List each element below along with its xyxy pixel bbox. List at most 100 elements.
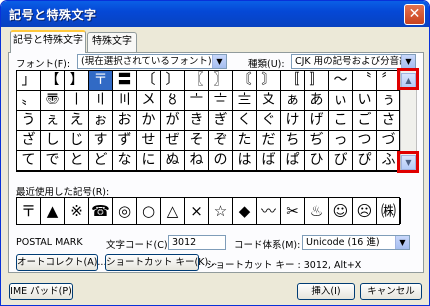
symbol-cell[interactable]: が xyxy=(161,111,185,131)
chevron-down-icon[interactable]: ▼ xyxy=(401,55,415,68)
recent-symbol[interactable]: 〒 xyxy=(17,198,41,224)
symbol-cell[interactable]: ぬ xyxy=(161,151,185,171)
symbol-cell[interactable]: く xyxy=(233,111,257,131)
symbol-cell[interactable]: 〕 xyxy=(161,71,185,91)
autocorrect-button[interactable]: オートコレクト(A)... xyxy=(16,254,106,271)
chevron-down-icon[interactable]: ▼ xyxy=(395,236,409,249)
symbol-cell[interactable]: 〙 xyxy=(257,71,281,91)
symbol-cell[interactable]: 〗 xyxy=(209,71,233,91)
symbol-cell[interactable]: い xyxy=(353,91,377,111)
recent-symbol[interactable]: ♨ xyxy=(305,198,329,224)
symbol-cell[interactable]: に xyxy=(137,151,161,171)
recent-symbol[interactable]: △ xyxy=(161,198,185,224)
symbol-cell[interactable]: 〦 xyxy=(185,91,209,111)
recent-symbol[interactable]: ✂ xyxy=(281,198,305,224)
symbol-cell[interactable]: ち xyxy=(281,131,305,151)
symbol-cell[interactable]: あ xyxy=(305,91,329,111)
symbol-cell[interactable]: せ xyxy=(137,131,161,151)
recent-symbol[interactable]: ○ xyxy=(137,198,161,224)
symbol-cell[interactable]: 〩 xyxy=(257,91,281,111)
symbol-cell[interactable]: ぉ xyxy=(89,111,113,131)
symbol-cell[interactable]: ぱ xyxy=(281,151,305,171)
symbol-cell[interactable]: ぐ xyxy=(257,111,281,131)
symbol-cell[interactable]: で xyxy=(41,151,65,171)
from-select[interactable]: Unicode (16 進) ▼ xyxy=(302,235,410,250)
symbol-cell[interactable]: ず xyxy=(113,131,137,151)
symbol-cell[interactable]: 」 xyxy=(17,71,41,91)
recent-symbol[interactable]: ◆ xyxy=(233,198,257,224)
recent-symbol[interactable]: 〰 xyxy=(257,198,281,224)
symbol-cell[interactable]: 〔 xyxy=(137,71,161,91)
symbol-cell[interactable]: だ xyxy=(257,131,281,151)
symbol-cell[interactable]: き xyxy=(185,111,209,131)
symbol-cell[interactable]: ば xyxy=(257,151,281,171)
chevron-down-icon[interactable]: ▼ xyxy=(212,55,226,68)
recent-symbol[interactable]: ☺ xyxy=(329,198,353,224)
symbol-cell[interactable]: ひ xyxy=(305,151,329,171)
symbol-cell[interactable]: え xyxy=(65,111,89,131)
symbol-cell[interactable]: 〧 xyxy=(209,91,233,111)
symbol-cell[interactable]: づ xyxy=(377,131,401,151)
recent-symbol[interactable]: × xyxy=(185,198,209,224)
symbol-cell[interactable]: 〜 xyxy=(329,71,353,91)
symbol-cell[interactable]: ぁ xyxy=(281,91,305,111)
symbol-cell[interactable]: ぃ xyxy=(329,91,353,111)
symbol-cell[interactable]: ぴ xyxy=(353,151,377,171)
symbol-cell[interactable]: 〛 xyxy=(305,71,329,91)
subset-select[interactable]: CJK 用の記号および分音記号 ▼ xyxy=(291,54,416,69)
symbol-cell[interactable]: と xyxy=(65,151,89,171)
symbol-grid[interactable]: 」【】〒〓〔〕〖〗〘〙〚〛〜〝〞〟〠〡〢〣〤〥〦〧〨〩ぁあぃいぅうぇえぉおかがき… xyxy=(16,70,401,172)
recent-symbol[interactable]: ㈱ xyxy=(377,198,401,224)
symbol-cell[interactable]: じ xyxy=(65,131,89,151)
tab-symbols[interactable]: 記号と特殊文字 xyxy=(10,30,86,53)
symbol-cell[interactable]: 】 xyxy=(65,71,89,91)
recent-symbol[interactable]: ◎ xyxy=(113,198,137,224)
shortcut-key-button[interactable]: ショートカット キー(K)... xyxy=(105,254,217,271)
close-button[interactable]: ✕ xyxy=(404,4,425,25)
symbol-cell[interactable]: 〠 xyxy=(41,91,65,111)
cancel-button[interactable]: キャンセル xyxy=(360,283,422,300)
symbol-cell[interactable]: の xyxy=(209,151,233,171)
title-bar[interactable]: 記号と特殊文字 ✕ xyxy=(1,1,429,27)
symbol-cell[interactable]: 〓 xyxy=(113,71,137,91)
symbol-cell[interactable]: 〡 xyxy=(65,91,89,111)
symbol-cell[interactable]: さ xyxy=(377,111,401,131)
symbol-cell[interactable]: て xyxy=(17,151,41,171)
symbol-cell[interactable]: ど xyxy=(89,151,113,171)
symbol-cell[interactable]: か xyxy=(137,111,161,131)
symbol-cell[interactable]: な xyxy=(113,151,137,171)
symbol-cell[interactable]: ざ xyxy=(17,131,41,151)
symbol-cell[interactable]: 〨 xyxy=(233,91,257,111)
symbol-cell[interactable]: お xyxy=(113,111,137,131)
symbol-cell[interactable]: 〢 xyxy=(89,91,113,111)
symbol-cell[interactable]: 〝 xyxy=(353,71,377,91)
symbol-cell[interactable]: ね xyxy=(185,151,209,171)
ime-pad-button[interactable]: IME パッド(P) xyxy=(9,283,73,300)
symbol-cell[interactable]: げ xyxy=(305,111,329,131)
recent-symbol[interactable]: ☆ xyxy=(209,198,233,224)
symbol-cell[interactable]: 〘 xyxy=(233,71,257,91)
recent-symbol[interactable]: ▲ xyxy=(41,198,65,224)
symbol-cell[interactable]: 〒 xyxy=(89,71,113,91)
recent-symbol[interactable]: ☎ xyxy=(89,198,113,224)
symbol-cell[interactable]: ぇ xyxy=(41,111,65,131)
symbol-cell[interactable]: ご xyxy=(353,111,377,131)
symbol-cell[interactable]: そ xyxy=(185,131,209,151)
symbol-cell[interactable]: は xyxy=(233,151,257,171)
symbol-cell[interactable]: ぅ xyxy=(377,91,401,111)
symbol-cell[interactable]: ぞ xyxy=(209,131,233,151)
symbol-cell[interactable]: つ xyxy=(353,131,377,151)
font-select[interactable]: (現在選択されているフォント) ▼ xyxy=(77,54,227,69)
symbol-cell[interactable]: 〣 xyxy=(113,91,137,111)
symbol-cell[interactable]: す xyxy=(89,131,113,151)
recent-symbols-row[interactable]: 〒 ▲ ※ ☎ ◎ ○ △ × ☆ ◆ 〰 ✂ ♨ ☺ ☹ ㈱ xyxy=(16,197,401,225)
symbol-cell[interactable]: 〥 xyxy=(161,91,185,111)
recent-symbol[interactable]: ※ xyxy=(65,198,89,224)
symbol-cell[interactable]: こ xyxy=(329,111,353,131)
recent-symbol[interactable]: ☹ xyxy=(353,198,377,224)
symbol-cell[interactable]: 〖 xyxy=(185,71,209,91)
symbol-cell[interactable]: し xyxy=(41,131,65,151)
insert-button[interactable]: 挿入(I) xyxy=(297,283,355,300)
symbol-cell[interactable]: っ xyxy=(329,131,353,151)
symbol-cell[interactable]: う xyxy=(17,111,41,131)
